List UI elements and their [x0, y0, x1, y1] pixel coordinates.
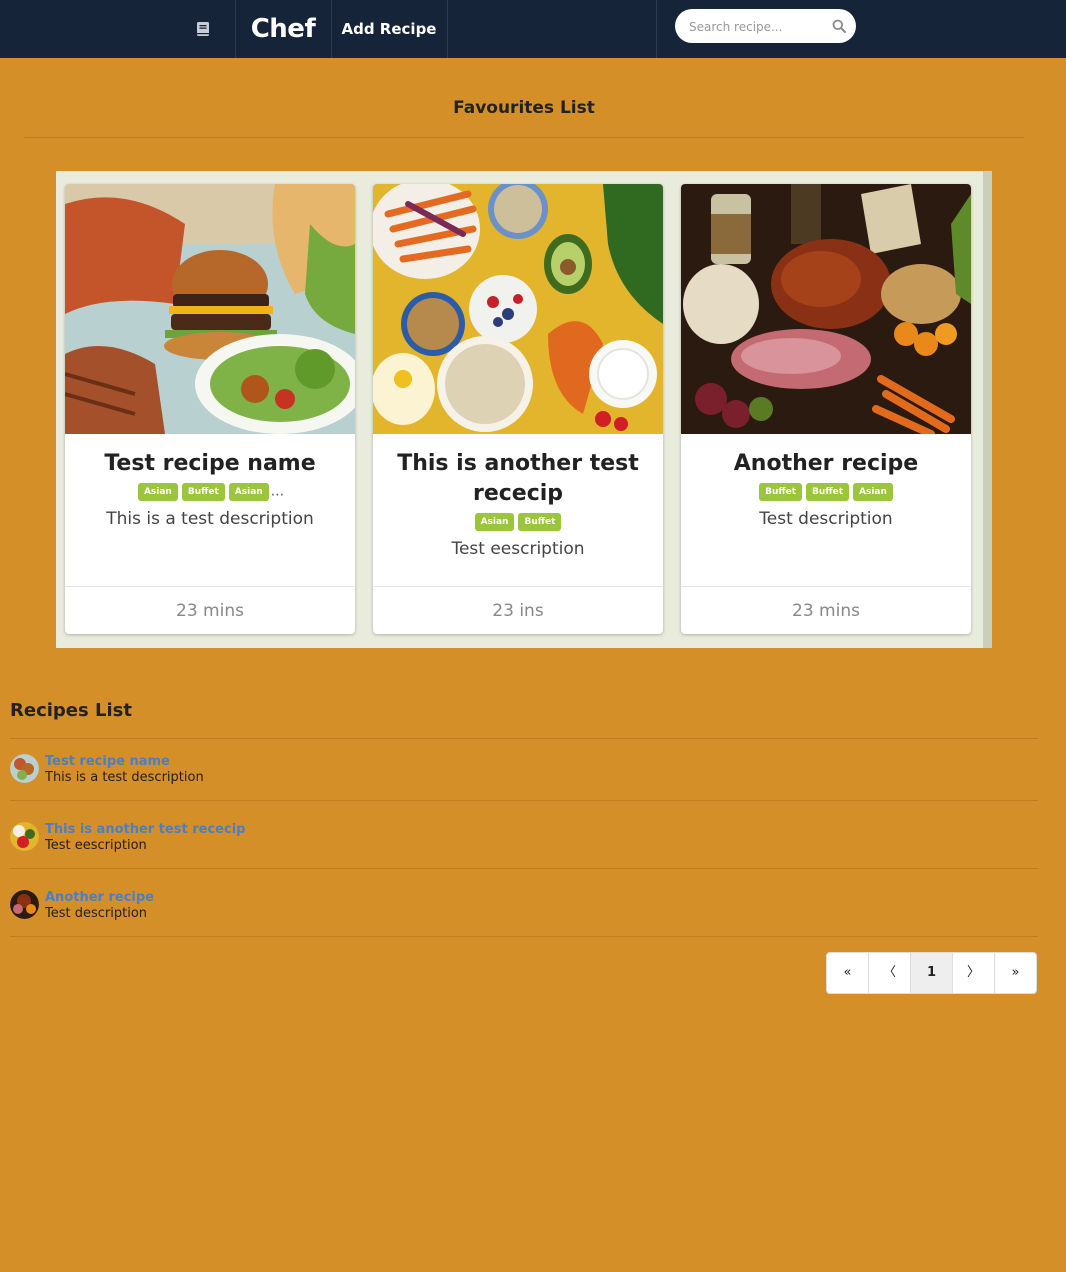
search-icon[interactable] — [832, 19, 846, 33]
last-page-button[interactable]: » — [994, 953, 1036, 993]
recipes-list-title: Recipes List — [10, 700, 132, 721]
recipe-avatar — [10, 754, 39, 783]
pagination: « 〈 1 〉 » — [826, 952, 1037, 994]
tag: Buffet — [181, 482, 225, 501]
card-title[interactable]: Test recipe name — [81, 449, 339, 479]
recipe-avatar — [10, 822, 39, 851]
brand-cell[interactable]: Chef — [235, 0, 332, 58]
card-title[interactable]: Another recipe — [697, 449, 955, 479]
tag-list: Asian Buffet Asian... — [65, 482, 355, 501]
tag: Buffet — [806, 482, 850, 501]
recipe-link[interactable]: Test recipe name — [45, 754, 170, 769]
navbar: Chef Add Recipe — [0, 0, 1066, 58]
tag: Asian — [137, 482, 178, 501]
recipe-card[interactable]: This is another test rececip Asian Buffet… — [373, 184, 663, 634]
recipe-link[interactable]: This is another test rececip — [45, 822, 245, 837]
recipe-card[interactable]: Test recipe name Asian Buffet Asian... Thi… — [65, 184, 355, 634]
tag: Buffet — [518, 512, 562, 531]
tag-list: Buffet Buffet Asian — [681, 482, 971, 501]
card-title[interactable]: This is another test rececip — [389, 449, 647, 509]
list-item[interactable]: This is another test rececip Test eescri… — [10, 822, 1038, 868]
recipe-description: Test description — [45, 906, 148, 921]
card-description: Test eescription — [451, 538, 585, 559]
card-description: This is a test description — [106, 508, 314, 529]
tag: Asian — [474, 512, 515, 531]
divider — [24, 137, 1024, 138]
add-recipe-cell[interactable]: Add Recipe — [331, 0, 448, 58]
divider — [10, 738, 1038, 739]
divider — [10, 936, 1038, 937]
add-recipe-link[interactable]: Add Recipe — [342, 20, 437, 38]
carousel-scrollbar[interactable] — [983, 171, 992, 648]
nav-spacer — [447, 0, 657, 58]
search-box[interactable] — [675, 9, 856, 43]
harvest-feast-photo — [681, 184, 971, 434]
card-time: 23 mins — [65, 586, 355, 634]
next-page-button[interactable]: 〉 — [952, 953, 994, 993]
card-description: Test description — [759, 508, 893, 529]
list-item[interactable]: Another recipe Test description — [10, 890, 1038, 936]
tag: Asian — [228, 482, 269, 501]
card-body: Another recipe Buffet Buffet Asian Test de… — [681, 434, 971, 586]
list-item[interactable]: Test recipe name This is a test descript… — [10, 754, 1038, 800]
prev-page-button[interactable]: 〈 — [868, 953, 910, 993]
nav-icon-cell[interactable] — [170, 0, 236, 58]
recipe-description: Test eescription — [45, 838, 147, 853]
search-input[interactable] — [687, 16, 831, 38]
current-page-button[interactable]: 1 — [910, 953, 952, 993]
divider — [10, 800, 1038, 801]
card-time: 23 ins — [373, 586, 663, 634]
recipe-description: This is a test description — [45, 770, 204, 785]
tag-list: Asian Buffet — [373, 512, 663, 531]
tag: Buffet — [759, 482, 803, 501]
card-body: Test recipe name Asian Buffet Asian... Thi… — [65, 434, 355, 586]
divider — [10, 868, 1038, 869]
card-body: This is another test rececip Asian Buffet… — [373, 434, 663, 586]
recipe-avatar — [10, 890, 39, 919]
burger-platter-photo — [65, 184, 355, 434]
book-icon[interactable] — [196, 21, 210, 37]
recipe-link[interactable]: Another recipe — [45, 890, 154, 905]
brand-logo[interactable]: Chef — [251, 14, 316, 44]
recipe-card[interactable]: Another recipe Buffet Buffet Asian Test de… — [681, 184, 971, 634]
tag: Asian — [853, 482, 893, 501]
more-tags-ellipsis: ... — [270, 483, 285, 500]
healthy-bowls-photo — [373, 184, 663, 434]
first-page-button[interactable]: « — [827, 953, 868, 993]
favourites-title: Favourites List — [453, 98, 595, 118]
card-time: 23 mins — [681, 586, 971, 634]
favourites-carousel[interactable]: Test recipe name Asian Buffet Asian... Thi… — [56, 171, 992, 648]
